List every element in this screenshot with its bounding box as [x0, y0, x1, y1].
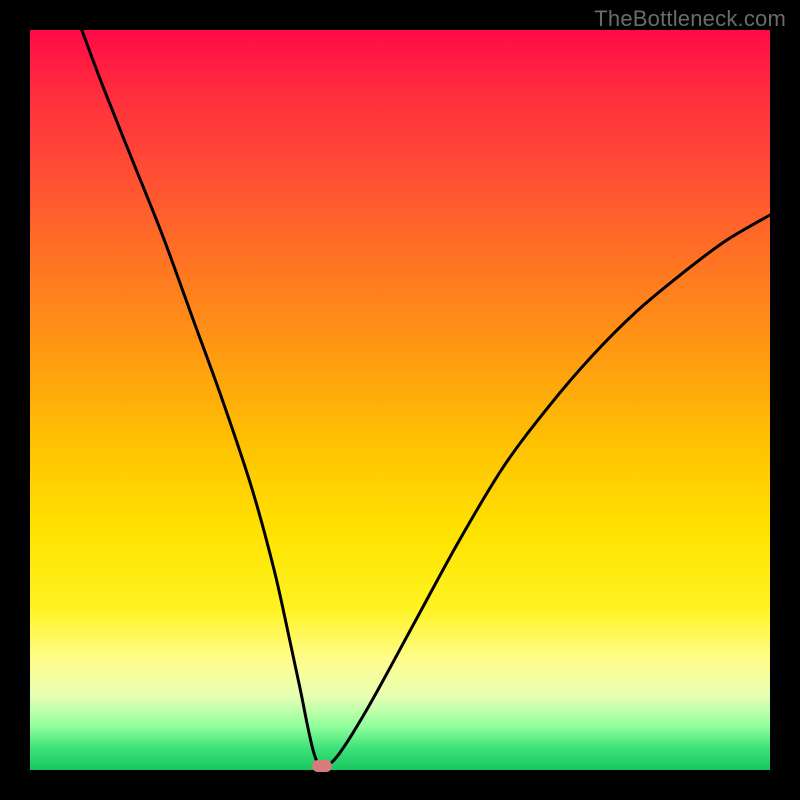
bottleneck-curve: [30, 30, 770, 770]
chart-frame: TheBottleneck.com: [0, 0, 800, 800]
watermark-text: TheBottleneck.com: [594, 6, 786, 32]
plot-area: [30, 30, 770, 770]
optimal-marker: [312, 760, 332, 772]
